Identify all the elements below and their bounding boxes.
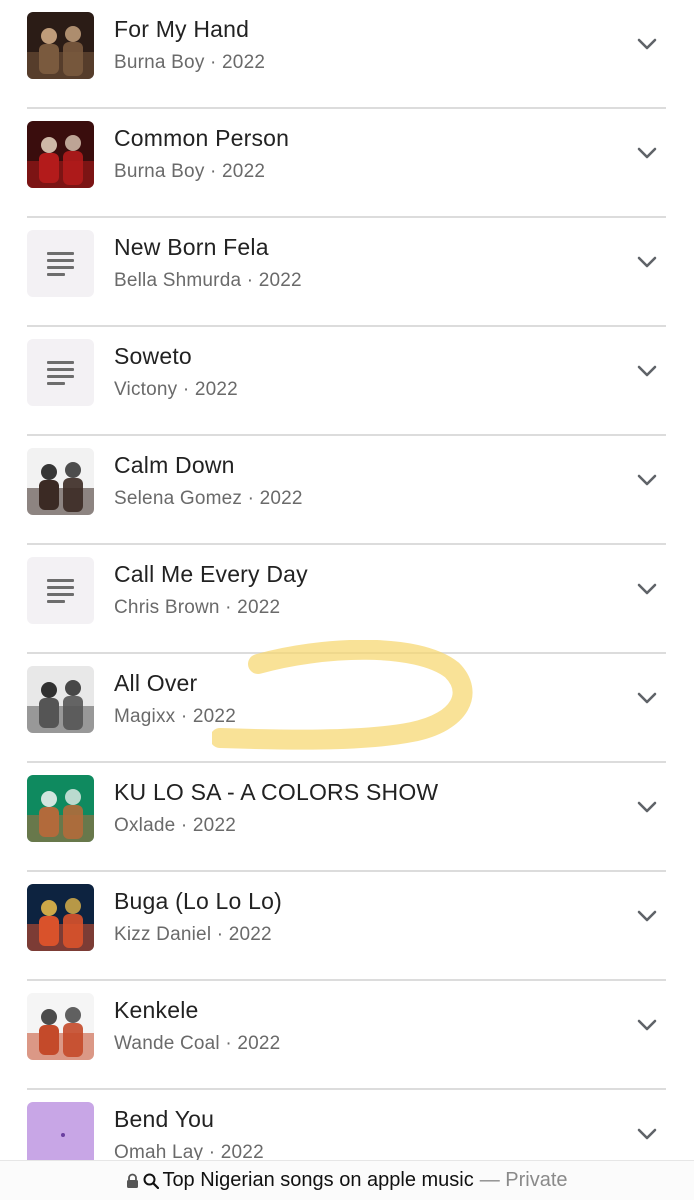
artist-name: Magixx bbox=[114, 706, 176, 727]
address-bar[interactable]: Top Nigerian songs on apple music — Priv… bbox=[0, 1160, 694, 1200]
chevron-down-icon[interactable] bbox=[636, 363, 658, 379]
separator: · bbox=[204, 161, 223, 182]
song-subtitle: Burna Boy · 2022 bbox=[114, 52, 265, 74]
artist-name: Burna Boy bbox=[114, 161, 205, 182]
song-subtitle: Oxlade · 2022 bbox=[114, 815, 236, 837]
song-title[interactable]: KU LO SA - A COLORS SHOW bbox=[114, 779, 438, 806]
song-row[interactable]: For My Hand Burna Boy · 2022 bbox=[0, 0, 694, 109]
song-subtitle: Kizz Daniel · 2022 bbox=[114, 924, 272, 946]
song-subtitle: Bella Shmurda · 2022 bbox=[114, 270, 302, 292]
album-art bbox=[27, 775, 94, 842]
song-title[interactable]: Calm Down bbox=[114, 452, 235, 479]
chevron-down-icon[interactable] bbox=[636, 1126, 658, 1142]
release-year: 2022 bbox=[228, 924, 272, 945]
song-subtitle: Burna Boy · 2022 bbox=[114, 161, 265, 183]
chevron-down-icon[interactable] bbox=[636, 1017, 658, 1033]
artist-name: Victony bbox=[114, 379, 178, 400]
song-title[interactable]: Kenkele bbox=[114, 997, 199, 1024]
song-title[interactable]: For My Hand bbox=[114, 16, 249, 43]
song-title[interactable]: All Over bbox=[114, 670, 197, 697]
release-year: 2022 bbox=[192, 815, 236, 836]
lyrics-icon bbox=[27, 339, 94, 406]
album-art bbox=[27, 121, 94, 188]
song-row[interactable]: Common Person Burna Boy · 2022 bbox=[0, 109, 694, 218]
song-row[interactable]: Soweto Victony · 2022 bbox=[0, 327, 694, 436]
chevron-down-icon[interactable] bbox=[636, 254, 658, 270]
song-subtitle: Chris Brown · 2022 bbox=[114, 597, 280, 619]
lock-icon bbox=[127, 1173, 139, 1188]
artist-name: Wande Coal bbox=[114, 1033, 220, 1054]
release-year: 2022 bbox=[192, 706, 236, 727]
song-title[interactable]: Soweto bbox=[114, 343, 192, 370]
artist-name: Kizz Daniel bbox=[114, 924, 212, 945]
separator: · bbox=[242, 488, 260, 509]
release-year: 2022 bbox=[194, 379, 238, 400]
artist-name: Selena Gomez bbox=[114, 488, 243, 509]
release-year: 2022 bbox=[259, 488, 303, 509]
release-year: 2022 bbox=[222, 161, 266, 182]
song-subtitle: Magixx · 2022 bbox=[114, 706, 236, 728]
chevron-down-icon[interactable] bbox=[636, 581, 658, 597]
chevron-down-icon[interactable] bbox=[636, 472, 658, 488]
artist-name: Chris Brown bbox=[114, 597, 220, 618]
song-subtitle: Selena Gomez · 2022 bbox=[114, 488, 303, 510]
chevron-down-icon[interactable] bbox=[636, 36, 658, 52]
album-art bbox=[27, 884, 94, 951]
separator: · bbox=[211, 924, 229, 945]
separator: · bbox=[219, 1033, 238, 1054]
chevron-down-icon[interactable] bbox=[636, 690, 658, 706]
album-art bbox=[27, 666, 94, 733]
release-year: 2022 bbox=[237, 597, 281, 618]
separator: · bbox=[177, 379, 195, 400]
song-row[interactable]: Calm Down Selena Gomez · 2022 bbox=[0, 436, 694, 545]
artist-name: Burna Boy bbox=[114, 52, 205, 73]
song-title[interactable]: Bend You bbox=[114, 1106, 214, 1133]
release-year: 2022 bbox=[237, 1033, 281, 1054]
song-subtitle: Victony · 2022 bbox=[114, 379, 238, 401]
artist-name: Oxlade bbox=[114, 815, 176, 836]
lyrics-icon bbox=[27, 557, 94, 624]
album-art bbox=[27, 993, 94, 1060]
chevron-down-icon[interactable] bbox=[636, 908, 658, 924]
song-row[interactable]: New Born Fela Bella Shmurda · 2022 bbox=[0, 218, 694, 327]
separator: · bbox=[204, 52, 223, 73]
album-art bbox=[27, 448, 94, 515]
song-row[interactable]: KU LO SA - A COLORS SHOW Oxlade · 2022 bbox=[0, 763, 694, 872]
release-year: 2022 bbox=[258, 270, 302, 291]
separator: · bbox=[175, 815, 193, 836]
chevron-down-icon[interactable] bbox=[636, 145, 658, 161]
song-row[interactable]: Call Me Every Day Chris Brown · 2022 bbox=[0, 545, 694, 654]
separator: · bbox=[175, 706, 193, 727]
song-title[interactable]: New Born Fela bbox=[114, 234, 269, 261]
lyrics-icon bbox=[27, 230, 94, 297]
artist-name: Bella Shmurda bbox=[114, 270, 242, 291]
song-title[interactable]: Buga (Lo Lo Lo) bbox=[114, 888, 282, 915]
release-year: 2022 bbox=[222, 52, 266, 73]
search-query-text: Top Nigerian songs on apple music bbox=[162, 1169, 474, 1191]
song-subtitle: Wande Coal · 2022 bbox=[114, 1033, 280, 1055]
separator: · bbox=[241, 270, 259, 291]
search-results-page: For My Hand Burna Boy · 2022 Common Perso… bbox=[0, 0, 694, 1200]
separator: · bbox=[219, 597, 238, 618]
song-row[interactable]: Buga (Lo Lo Lo) Kizz Daniel · 2022 bbox=[0, 872, 694, 981]
private-mode-label: — Private bbox=[479, 1169, 568, 1191]
song-title[interactable]: Common Person bbox=[114, 125, 289, 152]
song-row[interactable]: All Over Magixx · 2022 bbox=[0, 654, 694, 763]
song-title[interactable]: Call Me Every Day bbox=[114, 561, 308, 588]
song-row[interactable]: Kenkele Wande Coal · 2022 bbox=[0, 981, 694, 1090]
album-art bbox=[27, 12, 94, 79]
search-icon bbox=[143, 1173, 160, 1189]
chevron-down-icon[interactable] bbox=[636, 799, 658, 815]
song-list: For My Hand Burna Boy · 2022 Common Perso… bbox=[0, 0, 694, 1199]
album-art bbox=[27, 1102, 94, 1169]
